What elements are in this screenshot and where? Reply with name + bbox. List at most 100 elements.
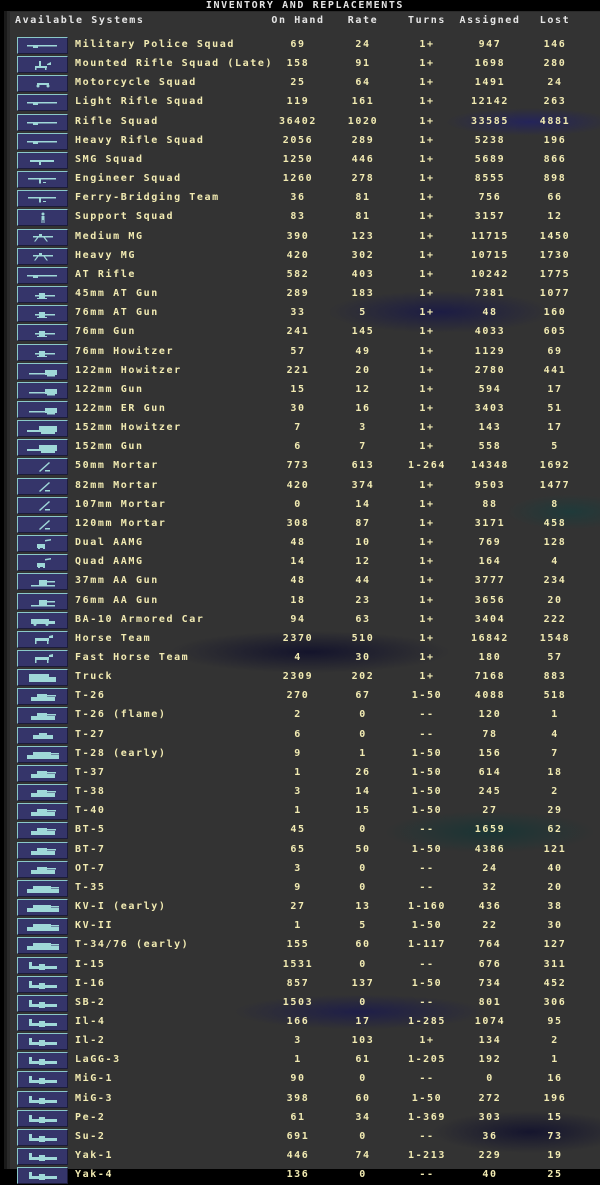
table-row[interactable]: T-38 3 14 1-50 245 2 [0,783,600,802]
unit-icon-button[interactable] [17,803,68,821]
unit-icon-button[interactable] [17,975,68,993]
unit-icon-button[interactable] [17,190,68,208]
unit-icon-button[interactable] [17,1090,68,1108]
table-row[interactable]: Support Squad 83 81 1+ 3157 12 [0,208,600,227]
unit-icon-button[interactable] [17,860,68,878]
table-row[interactable]: Pe-2 61 34 1-369 303 15 [0,1109,600,1128]
table-row[interactable]: Light Rifle Squad 119 161 1+ 12142 263 [0,93,600,112]
unit-icon-button[interactable] [17,650,68,667]
unit-icon-button[interactable] [17,324,68,342]
unit-icon-button[interactable] [17,209,68,227]
table-row[interactable]: 152mm Howitzer 7 3 1+ 143 17 [0,419,600,438]
unit-icon-button[interactable] [17,400,68,418]
unit-icon-button[interactable] [17,1167,68,1185]
table-row[interactable]: T-35 9 0 -- 32 20 [0,879,600,898]
unit-icon-button[interactable] [17,937,68,955]
table-row[interactable]: T-26 270 67 1-50 4088 518 [0,687,600,706]
table-row[interactable]: KV-II 1 5 1-50 22 30 [0,917,600,936]
table-row[interactable]: Horse Team 2370 510 1+ 16842 1548 [0,630,600,649]
table-row[interactable]: 50mm Mortar 773 613 1-264 14348 1692 [0,457,600,476]
table-row[interactable]: BA-10 Armored Car 94 63 1+ 3404 222 [0,611,600,630]
unit-icon-button[interactable] [17,879,68,897]
table-row[interactable]: 76mm Gun 241 145 1+ 4033 605 [0,323,600,342]
table-row[interactable]: MiG-3 398 60 1-50 272 196 [0,1090,600,1109]
unit-icon-button[interactable] [17,37,68,54]
unit-icon-button[interactable] [17,630,68,648]
unit-icon-button[interactable] [17,688,68,706]
table-row[interactable]: 122mm Gun 15 12 1+ 594 17 [0,381,600,400]
table-row[interactable]: Rifle Squad 36402 1020 1+ 33585 4881 [0,113,600,132]
table-row[interactable]: BT-5 45 0 -- 1659 62 [0,821,600,840]
table-row[interactable]: 120mm Mortar 308 87 1+ 3171 458 [0,515,600,534]
table-row[interactable]: Su-2 691 0 -- 36 73 [0,1128,600,1147]
table-row[interactable]: 82mm Mortar 420 374 1+ 9503 1477 [0,477,600,496]
unit-icon-button[interactable] [17,784,68,802]
unit-icon-button[interactable] [17,1033,68,1051]
table-row[interactable]: Ferry-Bridging Team 36 81 1+ 756 66 [0,189,600,208]
unit-icon-button[interactable] [17,726,68,744]
table-row[interactable]: Heavy Rifle Squad 2056 289 1+ 5238 196 [0,132,600,151]
unit-icon-button[interactable] [17,554,68,572]
table-row[interactable]: T-40 1 15 1-50 27 29 [0,802,600,821]
table-row[interactable]: Motorcycle Squad 25 64 1+ 1491 24 [0,74,600,93]
table-row[interactable]: 107mm Mortar 0 14 1+ 88 8 [0,496,600,515]
unit-icon-button[interactable] [17,918,68,936]
unit-icon-button[interactable] [17,669,68,687]
table-row[interactable]: Heavy MG 420 302 1+ 10715 1730 [0,247,600,266]
table-row[interactable]: Il-4 166 17 1-285 1074 95 [0,1013,600,1032]
table-row[interactable]: AT Rifle 582 403 1+ 10242 1775 [0,266,600,285]
table-row[interactable]: T-27 6 0 -- 78 4 [0,726,600,745]
unit-icon-button[interactable] [17,1052,68,1070]
unit-icon-button[interactable] [17,573,68,591]
unit-icon-button[interactable] [17,1109,68,1127]
unit-icon-button[interactable] [17,247,68,265]
unit-icon-button[interactable] [17,994,68,1012]
unit-icon-button[interactable] [17,439,68,457]
unit-icon-button[interactable] [17,171,68,189]
unit-icon-button[interactable] [17,132,68,150]
table-row[interactable]: Quad AAMG 14 12 1+ 164 4 [0,553,600,572]
table-row[interactable]: SB-2 1503 0 -- 801 306 [0,994,600,1013]
unit-icon-button[interactable] [17,75,68,93]
unit-icon-button[interactable] [17,305,68,323]
table-row[interactable]: I-15 1531 0 -- 676 311 [0,956,600,975]
table-row[interactable]: Engineer Squad 1260 278 1+ 8555 898 [0,170,600,189]
table-row[interactable]: 45mm AT Gun 289 183 1+ 7381 1077 [0,285,600,304]
unit-icon-button[interactable] [17,822,68,840]
table-row[interactable]: 76mm AT Gun 33 5 1+ 48 160 [0,304,600,323]
table-row[interactable]: 37mm AA Gun 48 44 1+ 3777 234 [0,572,600,591]
table-row[interactable]: Fast Horse Team 4 30 1+ 180 57 [0,649,600,668]
unit-icon-button[interactable] [17,496,68,514]
table-row[interactable]: Truck 2309 202 1+ 7168 883 [0,668,600,687]
unit-icon-button[interactable] [17,151,68,169]
table-row[interactable]: Military Police Squad 69 24 1+ 947 146 [0,36,600,55]
unit-icon-button[interactable] [17,362,68,380]
unit-icon-button[interactable] [17,381,68,399]
unit-icon-button[interactable] [17,1148,68,1166]
unit-icon-button[interactable] [17,535,68,553]
table-row[interactable]: Yak-4 136 0 -- 40 25 [0,1166,600,1185]
unit-icon-button[interactable] [17,477,68,495]
unit-icon-button[interactable] [17,56,68,74]
table-row[interactable]: T-26 (flame) 2 0 -- 120 1 [0,706,600,725]
unit-icon-button[interactable] [17,841,68,859]
table-row[interactable]: MiG-1 90 0 -- 0 16 [0,1070,600,1089]
unit-icon-button[interactable] [17,764,68,782]
table-row[interactable]: BT-7 65 50 1-50 4386 121 [0,841,600,860]
table-row[interactable]: I-16 857 137 1-50 734 452 [0,975,600,994]
unit-icon-button[interactable] [17,707,68,725]
table-row[interactable]: 152mm Gun 6 7 1+ 558 5 [0,438,600,457]
table-row[interactable]: 122mm Howitzer 221 20 1+ 2780 441 [0,362,600,381]
table-row[interactable]: OT-7 3 0 -- 24 40 [0,860,600,879]
unit-icon-button[interactable] [17,611,68,629]
table-row[interactable]: T-37 1 26 1-50 614 18 [0,764,600,783]
unit-icon-button[interactable] [17,956,68,974]
unit-icon-button[interactable] [17,343,68,361]
table-row[interactable]: Medium MG 390 123 1+ 11715 1450 [0,228,600,247]
table-row[interactable]: T-34/76 (early) 155 60 1-117 764 127 [0,936,600,955]
table-row[interactable]: LaGG-3 1 61 1-205 192 1 [0,1051,600,1070]
table-row[interactable]: T-28 (early) 9 1 1-50 156 7 [0,745,600,764]
table-row[interactable]: 76mm Howitzer 57 49 1+ 1129 69 [0,343,600,362]
unit-icon-button[interactable] [17,458,68,476]
unit-icon-button[interactable] [17,899,68,917]
